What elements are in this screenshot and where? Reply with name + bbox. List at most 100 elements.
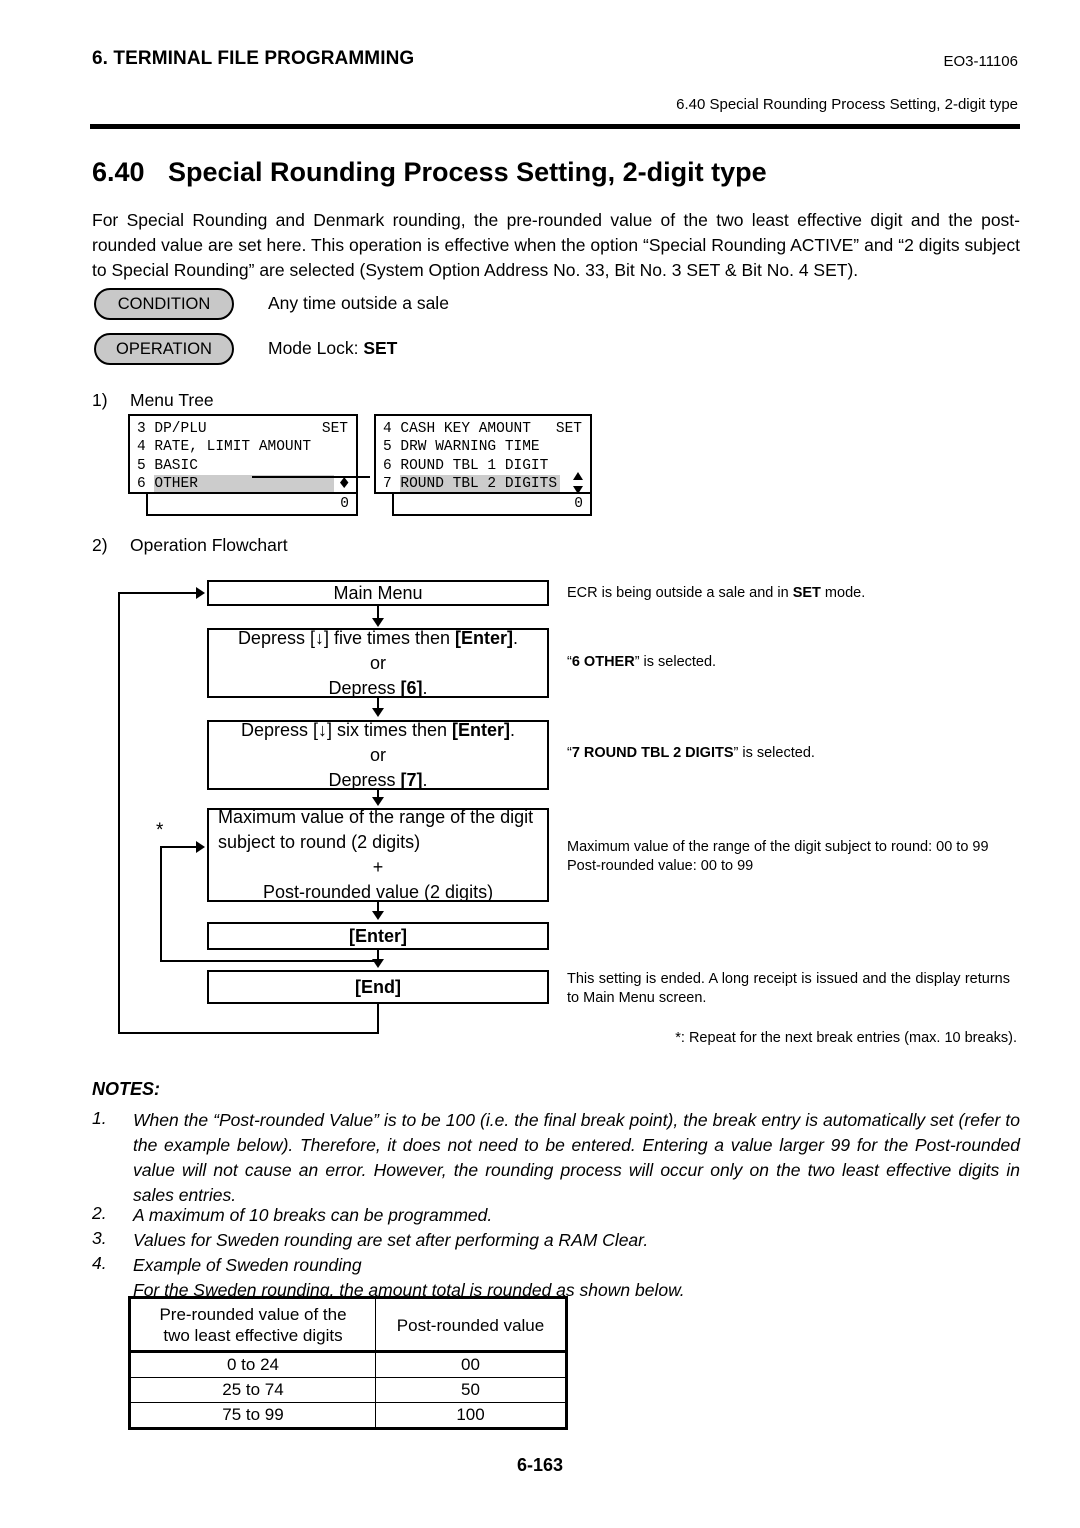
flow-text-d: Depress [328, 769, 401, 790]
annotation-set-mode: SET [792, 585, 821, 601]
menu-row-index: 6 [137, 476, 146, 493]
menu-tree-right-rows: 4 CASH KEY AMOUNT SET 5 DRW WARNING TIME … [376, 416, 590, 497]
menu-row-right: SET [555, 421, 582, 437]
loop-outer-bottom [118, 1032, 379, 1034]
flow-text-e: . [422, 677, 428, 698]
table-cell-post: 50 [375, 1377, 568, 1403]
flow-arrowhead-3 [372, 797, 384, 806]
menu-row-selected[interactable]: 7 ROUND TBL 2 DIGITS [376, 475, 590, 494]
flow-box-value-entry: Maximum value of the range of the digit … [207, 807, 549, 902]
menu-row-index: 4 [137, 439, 146, 456]
flow-text-c: . [510, 719, 516, 740]
menu-row-index: 4 [383, 421, 392, 437]
value-entry-plus: + [372, 857, 384, 877]
menu-row[interactable]: 3 DP/PLU SET [130, 420, 356, 438]
table-cell-post: 100 [375, 1402, 568, 1430]
menu-tree-left-panel: 3 DP/PLU SET 4 RATE, LIMIT AMOUNT 5 BASIC… [128, 414, 358, 494]
flow-connector-2 [377, 698, 379, 708]
subhead-1-text: Menu Tree [130, 390, 214, 410]
flow-text-a: Depress [ [240, 719, 318, 740]
note-4-text: Example of Sweden rounding [133, 1255, 362, 1275]
menu-row-label: ROUND TBL 1 DIGIT [400, 457, 549, 474]
asterisk-marker: * [156, 820, 164, 841]
page-number: 6-163 [516, 1455, 564, 1475]
loop-inner-bottom [160, 960, 379, 962]
menu-row-right: SET [321, 421, 348, 437]
header-document-code: EO3-11106 [943, 53, 1019, 70]
flow-box-enter: [Enter] [207, 922, 549, 950]
notes-heading: NOTES: [92, 1079, 161, 1099]
operation-description: Mode Lock: SET [268, 338, 397, 359]
down-arrow-key-icon: ↓ [317, 719, 327, 740]
enter-key-label: [Enter] [452, 719, 511, 740]
header-chapter-title: 6. TERMINAL FILE PROGRAMMING [92, 48, 415, 69]
table-header-pre-line1: Pre-rounded value of the [159, 1305, 347, 1324]
menu-row-label: DRW WARNING TIME [400, 439, 540, 456]
table-cell-post: 00 [375, 1351, 568, 1378]
subhead-2-text: Operation Flowchart [130, 535, 288, 555]
annotation-main-menu: ECR is being outside a sale and in SET m… [567, 584, 1017, 603]
flow-box-depress-seven: Depress [↓] six times then [Enter]. or D… [207, 720, 549, 790]
menu-row-label: RATE, LIMIT AMOUNT [154, 439, 312, 456]
flow-arrowhead-4 [372, 911, 384, 920]
condition-badge: CONDITION [94, 288, 234, 320]
header-divider-rule [90, 124, 1020, 129]
flow-text-a: Depress [ [237, 627, 315, 648]
note-3-number: 3. [92, 1228, 107, 1248]
operation-mode-value: SET [363, 338, 398, 358]
flow-text-b: ] five times then [323, 627, 456, 648]
menu-tree-connector-line [252, 476, 370, 478]
flow-text-b: ] six times then [326, 719, 453, 740]
operation-badge: OPERATION [94, 333, 234, 365]
annotation-quote-tail: ” is selected. [733, 745, 815, 761]
flow-text-d: Depress [328, 677, 401, 698]
menu-row[interactable]: 5 DRW WARNING TIME [376, 438, 590, 456]
sweden-rounding-table: Pre-rounded value of the two least effec… [128, 1296, 568, 1430]
menu-row-index: 7 [383, 476, 392, 493]
section-number: 6.40 [92, 157, 145, 187]
table-row: 0 to 24 00 [128, 1351, 568, 1378]
flow-arrowhead-1 [372, 618, 384, 627]
annotation-value-range-line2: Post-rounded value: 00 to 99 [567, 858, 754, 874]
annotation-round-selected: “7 ROUND TBL 2 DIGITS” is selected. [567, 744, 1017, 763]
enter-key-label: [Enter] [455, 627, 514, 648]
menu-row[interactable]: 5 BASIC [130, 457, 356, 475]
subhead-1-number: 1) [92, 390, 108, 410]
flow-line-1: Depress [↓] six times then [Enter]. [209, 718, 547, 743]
annotation-text-b: mode. [820, 585, 866, 601]
table-header-pre-rounded: Pre-rounded value of the two least effec… [128, 1296, 376, 1353]
menu-row-index: 5 [137, 457, 146, 474]
table-header-row: Pre-rounded value of the two least effec… [128, 1296, 568, 1353]
menu-row[interactable]: 6 ROUND TBL 1 DIGIT [376, 457, 590, 475]
operation-prefix: Mode Lock: [268, 338, 364, 358]
note-1-text: When the “Post-rounded Value” is to be 1… [133, 1110, 1020, 1205]
flow-line-3: Depress [6]. [209, 676, 547, 701]
scroll-up-down-arrow-icon [573, 472, 583, 494]
flow-line-3: Depress [7]. [209, 768, 547, 793]
flow-line-or: or [369, 652, 386, 673]
section-title: Special Rounding Process Setting, 2-digi… [168, 157, 767, 187]
flow-line-1: Depress [↓] five times then [Enter]. [209, 626, 547, 651]
menu-tree-right-panel: 4 CASH KEY AMOUNT SET 5 DRW WARNING TIME … [374, 414, 592, 494]
menu-tree-left-rows: 3 DP/PLU SET 4 RATE, LIMIT AMOUNT 5 BASIC… [130, 416, 356, 497]
flow-text-e: . [422, 769, 428, 790]
loop-inner-arrowhead [196, 841, 205, 853]
annotation-text-a: ECR is being outside a sale and in [567, 585, 793, 601]
key-7-label: [7] [400, 769, 423, 790]
loop-inner-left [160, 847, 162, 961]
menu-row[interactable]: 4 CASH KEY AMOUNT SET [376, 420, 590, 438]
annotation-end: This setting is ended. A long receipt is… [567, 971, 1010, 1006]
flow-arrowhead-2 [372, 708, 384, 717]
annotation-round-value: 7 ROUND TBL 2 DIGITS [571, 745, 734, 761]
annotation-other-selected: “6 OTHER” is selected. [567, 653, 1017, 672]
menu-row[interactable]: 4 RATE, LIMIT AMOUNT [130, 438, 356, 456]
flow-box-enter-label: [Enter] [349, 925, 407, 946]
menu-row-label: DP/PLU [154, 421, 207, 437]
section-intro-paragraph: For Special Rounding and Denmark roundin… [92, 210, 1020, 280]
table-header-pre-line2: two least effective digits [163, 1326, 343, 1345]
condition-description: Any time outside a sale [268, 293, 449, 313]
table-row: 25 to 74 50 [128, 1377, 568, 1403]
annotation-quote-tail: ” is selected. [634, 654, 717, 670]
loop-outer-top [118, 592, 197, 594]
flow-box-end: [End] [207, 970, 549, 1004]
